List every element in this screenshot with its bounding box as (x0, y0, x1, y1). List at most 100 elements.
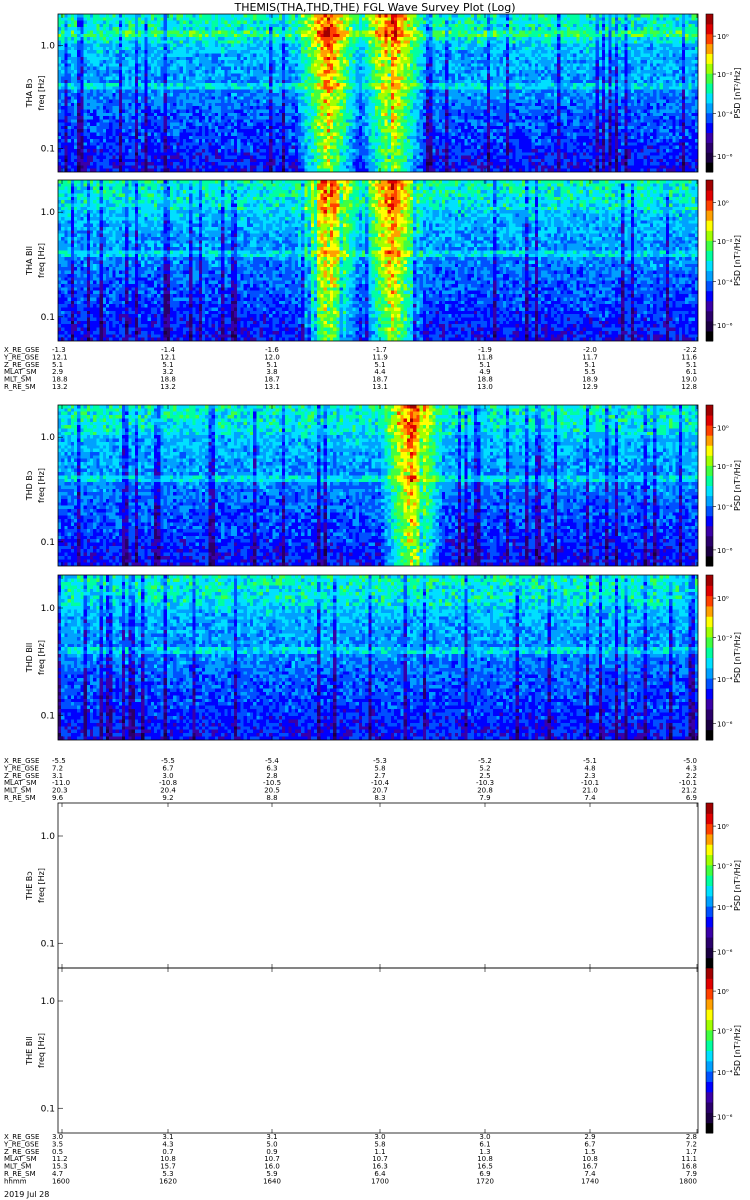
panels-layer: 1.00.1THA Bↄ freq [Hz]10⁰10⁻²10⁻⁴10⁻⁶PSD … (25, 13, 742, 1134)
y-axis-label: THE Bll (25, 1036, 34, 1065)
y-tick-label: 1.0 (41, 832, 56, 842)
colorbar-segment (706, 616, 713, 628)
colorbar-segment (706, 102, 713, 114)
colorbar-segment (706, 445, 713, 456)
colorbar-segment (706, 455, 713, 466)
colorbar-segment (706, 636, 713, 648)
colorbar-segment (706, 132, 713, 143)
spectrogram-panel-thd_bll: 1.0 0.1 THD Bll freq [Hz] 10⁰ 10⁻² 10⁻⁴ 10⁻⁶ PSD… (25, 574, 742, 741)
colorbar-segment (706, 330, 713, 342)
colorbar-segment (706, 688, 713, 700)
colorbar-segment (706, 1102, 713, 1113)
colorbar-segment (706, 545, 713, 557)
spectrogram-panel-the_bl: 1.0 0.1 THE Bↄ freq [Hz] 10⁰ 10⁻² 10⁻⁴ 10⁻⁶ PSD … (25, 802, 742, 969)
y-tick-label: 0.1 (41, 144, 55, 154)
colorbar-segment (706, 23, 713, 35)
y-axis-label: THD Bↄ (25, 471, 34, 502)
ephemeris-block: X_RE_GSE 3.0 3.1 3.1 3.0 3.0 2.9 2.8Y_RE_GSE 3.5… (3, 1133, 697, 1185)
colorbar-label: PSD [nT²/Hz] (733, 632, 742, 683)
colorbar-segment (706, 555, 713, 567)
ephemeris-value: 8.3 (374, 794, 385, 802)
ephemeris-value: 12.9 (582, 383, 598, 391)
colorbar-segment (706, 180, 713, 191)
wave-survey-plot: THEMIS(THA,THD,THE) FGL Wave Survey Plot… (3, 1, 742, 1199)
colorbar-tick-label: 10⁻⁴ (717, 503, 733, 511)
colorbar-segment (706, 667, 713, 679)
colorbar-segment (706, 926, 713, 938)
colorbar-segment (706, 53, 713, 64)
colorbar-segment (706, 190, 713, 201)
colorbar-tick-label: 10⁰ (717, 200, 729, 208)
colorbar-segment (706, 152, 713, 163)
ephemeris-value: 12.8 (681, 383, 697, 391)
colorbar-label: PSD [nT²/Hz] (733, 860, 742, 911)
ephemeris-value: 7.4 (584, 794, 596, 802)
ephemeris-label: hhmm (4, 1177, 27, 1185)
ephemeris-block: X_RE_GSE -5.5 -5.5 -5.4 -5.3 -5.2 -5.1 -5.0Y_RE… (3, 757, 697, 802)
colorbar-segment (706, 854, 713, 866)
colorbar-tick-label: 10⁻² (717, 1028, 733, 1036)
panel-frame (57, 802, 699, 969)
colorbar-segment (706, 1019, 713, 1031)
colorbar-segment (706, 657, 713, 669)
colorbar-segment (706, 210, 713, 221)
colorbar-segment (706, 698, 713, 710)
colorbar-segment (706, 515, 713, 527)
colorbar-tick-label: 10⁻⁶ (717, 721, 733, 729)
colorbar-segment (706, 988, 713, 1000)
colorbar-segment (706, 1009, 713, 1021)
colorbar-segment (706, 709, 713, 720)
colorbar-segment (706, 200, 713, 211)
y-axis-label: THE Bↄ (25, 871, 34, 900)
ephemeris-value: 1620 (159, 1177, 177, 1185)
colorbar-segment (706, 678, 713, 689)
y-axis-label: THA Bↄ (25, 79, 34, 109)
colorbar-segment (706, 1071, 713, 1082)
colorbar-segment (706, 485, 713, 497)
colorbar-segment (706, 220, 713, 231)
colorbar-label: PSD [nT²/Hz] (733, 68, 742, 119)
colorbar-segment (706, 813, 713, 825)
colorbar-tick-label: 10⁻⁶ (717, 1114, 733, 1122)
colorbar-segment (706, 83, 713, 94)
colorbar-segment (706, 833, 713, 845)
colorbar-segment (706, 978, 713, 990)
colorbar-segment (706, 425, 713, 436)
colorbar-tick-label: 10⁻² (717, 71, 733, 79)
spectrogram-image (58, 14, 698, 172)
colorbar-segment (706, 525, 713, 537)
colorbar-segment (706, 647, 713, 658)
colorbar-segment (706, 605, 713, 617)
ephemeris-value: 13.1 (372, 383, 388, 391)
colorbar-segment (706, 1029, 713, 1041)
colorbar-segment (706, 895, 713, 907)
colorbar-tick-label: 10⁻² (717, 238, 733, 246)
colorbar-segment (706, 280, 713, 292)
spectrogram-image (58, 575, 698, 740)
colorbar-segment (706, 729, 713, 741)
colorbar-tick-label: 10⁻⁴ (717, 904, 733, 912)
y-axis-units: freq [Hz] (37, 468, 46, 503)
colorbar-segment (706, 1091, 713, 1103)
colorbar-segment (706, 1050, 713, 1062)
colorbar-segment (706, 823, 713, 835)
colorbar-segment (706, 63, 713, 74)
colorbar-segment (706, 947, 713, 959)
ephemeris-value: 13.2 (160, 383, 176, 391)
spectrogram-image (58, 180, 698, 341)
colorbar-segment (706, 320, 713, 332)
colorbar-segment (706, 310, 713, 322)
colorbar-segment (706, 906, 713, 917)
panel-frame (57, 967, 699, 1134)
y-axis-units: freq [Hz] (37, 1033, 46, 1068)
y-tick-label: 0.1 (41, 939, 55, 949)
colorbar-tick-label: 10⁻² (717, 463, 733, 471)
colorbar: 10⁰ 10⁻² 10⁻⁴ 10⁻⁶ PSD [nT²/Hz] (705, 13, 742, 173)
plot-title: THEMIS(THA,THD,THE) FGL Wave Survey Plot… (233, 1, 515, 14)
date-label: 2019 Jul 28 (4, 1190, 49, 1199)
colorbar-segment (706, 122, 713, 133)
colorbar-segment (706, 43, 713, 54)
colorbar-tick-label: 10⁰ (717, 425, 729, 433)
colorbar-segment (706, 93, 713, 104)
ephemeris-value: 13.0 (477, 383, 493, 391)
